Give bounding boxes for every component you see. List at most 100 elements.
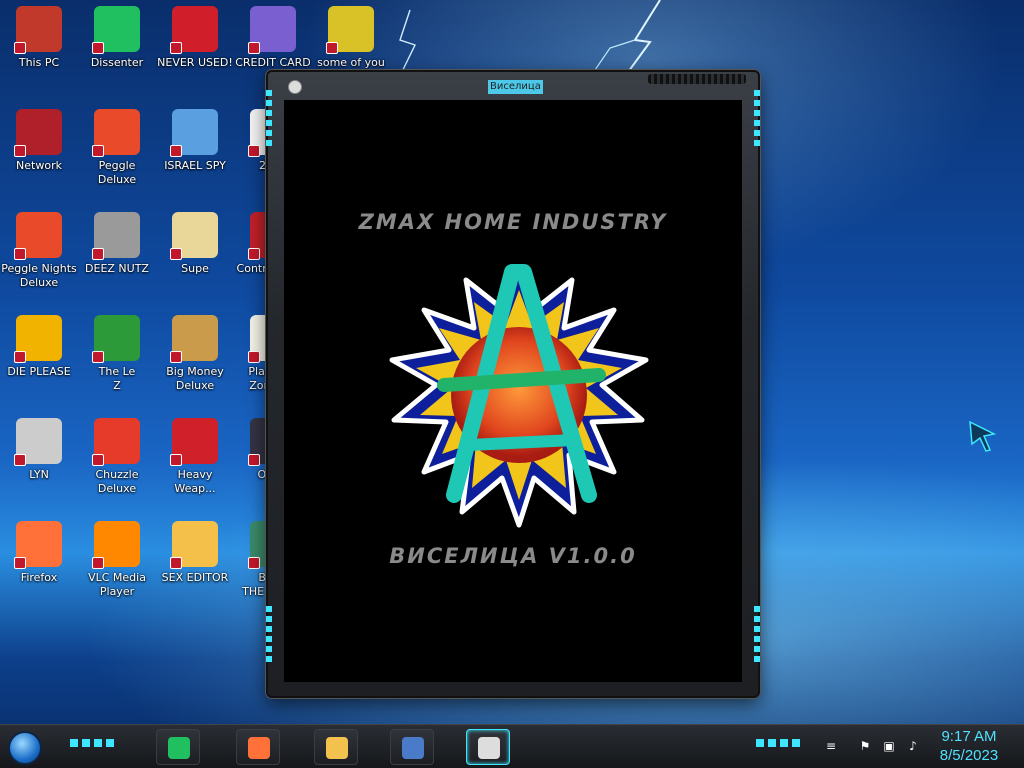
shortcut-arrow-icon [248, 42, 260, 54]
shortcut-arrow-icon [248, 248, 260, 260]
clock-time: 9:17 AM [941, 728, 997, 745]
peggle-nights-icon [14, 212, 62, 260]
taskbar-clock[interactable]: 9:17 AM 8/5/2023 [930, 727, 1008, 765]
shortcut-arrow-icon [14, 145, 26, 157]
start-button[interactable] [8, 731, 42, 765]
stacked-windows-icon [92, 212, 140, 260]
taskbar: ≡ ⚑ ▣ ♪ 9:17 AM 8/5/2023 [0, 724, 1024, 768]
desktop-icon[interactable]: DEEZ NUTZ [78, 212, 156, 276]
window-titlebar[interactable]: Виселица [268, 72, 758, 100]
taskbar-led-left [70, 739, 116, 747]
desktop-icon-label: DIE PLEASE [7, 365, 71, 378]
money-bag-icon [170, 315, 218, 363]
desktop-icon-label: ISRAEL SPY [164, 159, 226, 172]
action-center-flag-icon[interactable]: ⚑ [858, 739, 872, 753]
shortcut-arrow-icon [248, 145, 260, 157]
shortcut-arrow-icon [326, 42, 338, 54]
monitor-icon [14, 6, 62, 54]
desktop-icon-label: Firefox [20, 571, 58, 584]
shortcut-arrow-icon [170, 248, 182, 260]
desktop-icon[interactable]: Heavy Weap... [156, 418, 234, 496]
desktop-icon-label: The Le Z [98, 365, 136, 392]
brand-text: ZMAX HOME INDUSTRY [358, 210, 668, 234]
desktop-icon-label: some of you [317, 56, 385, 69]
mouse-cursor-icon [969, 420, 997, 452]
desktop-icon[interactable]: some of you [312, 6, 390, 70]
window-title: Виселица [488, 80, 543, 94]
anarchy-logo [389, 264, 649, 528]
right-led-strip-bottom [754, 606, 760, 666]
desktop-icon[interactable]: Supe [156, 212, 234, 276]
taskbar-app-button[interactable] [156, 729, 200, 765]
shortcut-arrow-icon [248, 454, 260, 466]
taskbar-app-button[interactable] [466, 729, 510, 765]
hangman-app-window[interactable]: Виселица ZMAX HOME INDUSTRY ВИСЕЛИЦА V1.… [266, 70, 760, 698]
desktop-icon[interactable]: NEVER USED! [156, 6, 234, 70]
network-status-icon[interactable]: ▣ [882, 739, 896, 753]
firefox-icon [14, 521, 62, 569]
peggle-icon [92, 109, 140, 157]
desktop-icon[interactable]: Big Money Deluxe [156, 315, 234, 393]
taskbar-app-button[interactable] [236, 729, 280, 765]
desktop-icon-label: Peggle Nights Deluxe [1, 262, 77, 289]
taskbar-led-right [756, 739, 800, 747]
shortcut-arrow-icon [14, 557, 26, 569]
desktop-icon-label: LYN [29, 468, 49, 481]
right-led-strip [754, 90, 760, 150]
shortcut-arrow-icon [92, 248, 104, 260]
taskbar-app-button[interactable] [314, 729, 358, 765]
desktop-icon[interactable]: DIE PLEASE [0, 315, 78, 379]
chuzzle-icon [92, 418, 140, 466]
desktop-icon[interactable]: Peggle Deluxe [78, 109, 156, 187]
desktop-icon-label: Peggle Deluxe [97, 159, 137, 186]
desktop-icon[interactable]: Chuzzle Deluxe [78, 418, 156, 496]
desktop-icon[interactable]: Network [0, 109, 78, 173]
desktop-icon-label: Heavy Weap... [174, 468, 216, 495]
file-explorer-icon [326, 737, 348, 759]
desktop-icon-label: SEX EDITOR [161, 571, 229, 584]
dissenter-icon [92, 6, 140, 54]
show-desktop-icon[interactable]: ≡ [824, 739, 838, 753]
shortcut-arrow-icon [92, 454, 104, 466]
version-text: ВИСЕЛИЦА V1.0.0 [389, 544, 637, 568]
shortcut-arrow-icon [170, 351, 182, 363]
desktop-icon[interactable]: ISRAEL SPY [156, 109, 234, 173]
desktop-icon-label: DEEZ NUTZ [85, 262, 149, 275]
shortcut-arrow-icon [170, 42, 182, 54]
taskbar-app-button[interactable] [390, 729, 434, 765]
shortcut-arrow-icon [14, 248, 26, 260]
desktop-icon[interactable]: VLC Media Player [78, 521, 156, 599]
desktop-icon[interactable]: This PC [0, 6, 78, 70]
desktop-icon[interactable]: Firefox [0, 521, 78, 585]
app-icon[interactable] [288, 80, 302, 94]
splash-screen: ZMAX HOME INDUSTRY ВИСЕЛИЦА V1.0.0 [284, 100, 742, 682]
shortcut-arrow-icon [14, 42, 26, 54]
de-icon [14, 315, 62, 363]
virtualbox-icon [402, 737, 424, 759]
remote-pc-icon [170, 109, 218, 157]
shortcut-arrow-icon [170, 557, 182, 569]
credit-card-icon [248, 6, 296, 54]
shortcut-arrow-icon [170, 454, 182, 466]
desktop-icon-label: Chuzzle Deluxe [95, 468, 139, 495]
desktop-icon[interactable]: SEX EDITOR [156, 521, 234, 585]
left-led-strip [266, 90, 272, 150]
volume-icon[interactable]: ♪ [906, 739, 920, 753]
caption-grip[interactable] [648, 74, 746, 84]
desktop-icon[interactable]: Peggle Nights Deluxe [0, 212, 78, 290]
gear-badge-icon [14, 418, 62, 466]
shortcut-arrow-icon [92, 42, 104, 54]
desktop-icon[interactable]: LYN [0, 418, 78, 482]
desktop-icon[interactable]: Dissenter [78, 6, 156, 70]
shortcut-arrow-icon [92, 145, 104, 157]
dissenter-icon [168, 737, 190, 759]
desktop-icon[interactable]: The Le Z [78, 315, 156, 393]
hxd-icon [170, 521, 218, 569]
pixel-face-icon [170, 212, 218, 260]
shortcut-arrow-icon [14, 454, 26, 466]
shortcut-arrow-icon [248, 557, 260, 569]
desktop-icon-label: VLC Media Player [88, 571, 146, 598]
mario-icon [92, 315, 140, 363]
firefox-icon [248, 737, 270, 759]
desktop-icon-label: Supe [181, 262, 209, 275]
